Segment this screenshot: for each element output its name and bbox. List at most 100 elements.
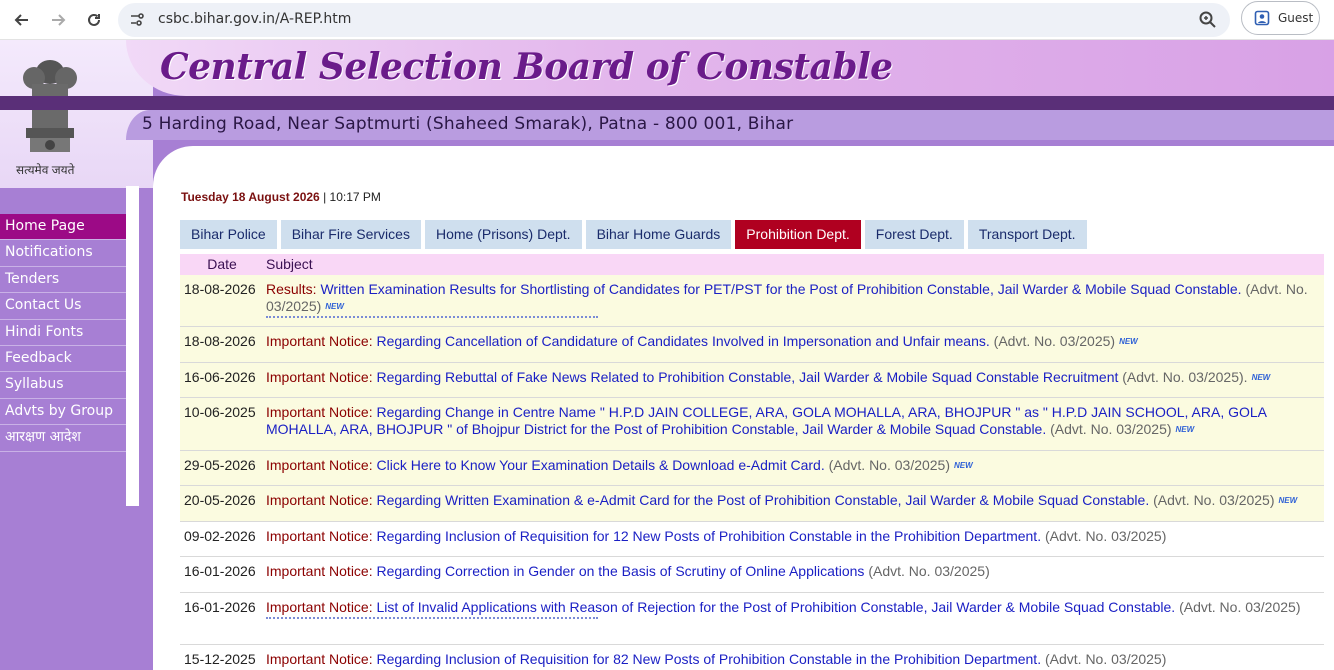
row-date: 18-08-2026 <box>184 333 256 349</box>
notice-prefix: Important Notice: <box>266 528 373 544</box>
new-badge-icon: NEW <box>1119 337 1138 346</box>
new-badge-icon: NEW <box>1251 373 1271 382</box>
sidebar-item-contact[interactable]: Contact Us <box>0 293 126 320</box>
sidebar-item-syllabus[interactable]: Syllabus <box>0 372 126 399</box>
row-subject: Important Notice: Click Here to Know You… <box>264 451 1324 485</box>
tab-transport-dept[interactable]: Transport Dept. <box>967 220 1087 249</box>
site-page: सत्यमेव जयते Central Selection Board of … <box>0 40 1334 670</box>
sidebar-item-home[interactable]: Home Page <box>0 214 126 241</box>
site-settings-icon[interactable] <box>128 11 146 29</box>
sidebar-item-tenders[interactable]: Tenders <box>0 267 126 294</box>
sidebar-item-reservation-order[interactable]: आरक्षण आदेश <box>0 425 126 452</box>
browser-toolbar: csbc.bihar.gov.in/A-REP.htm Guest <box>0 0 1334 40</box>
tab-home-prisons[interactable]: Home (Prisons) Dept. <box>424 220 582 249</box>
row-date: 15-12-2025 <box>184 651 256 667</box>
advt-number: (Advt. No. 03/2025). <box>1122 369 1248 385</box>
table-row: 15-12-2025 Important Notice: Regarding In… <box>180 645 1324 670</box>
sidebar-item-hindi-fonts[interactable]: Hindi Fonts <box>0 320 126 346</box>
table-row: 29-05-2026 Important Notice: Click Here t… <box>180 451 1324 486</box>
row-subject: Important Notice: Regarding Inclusion of… <box>264 522 1324 556</box>
back-icon[interactable] <box>8 6 36 34</box>
notice-link[interactable]: Regarding Correction in Gender on the Ba… <box>377 563 865 579</box>
row-subject: Important Notice: List of Invalid Applic… <box>264 593 1324 644</box>
column-header-subject: Subject <box>266 256 313 272</box>
notice-link[interactable]: List of Invalid Applications with Reason… <box>377 599 1176 615</box>
tab-forest-dept[interactable]: Forest Dept. <box>864 220 964 249</box>
datetime: Tuesday 18 August 2026 | 10:17 PM <box>181 190 381 204</box>
row-subject: Important Notice: Regarding Change in Ce… <box>264 398 1324 450</box>
notice-link[interactable]: Regarding Cancellation of Candidature of… <box>377 333 990 349</box>
row-date: 16-06-2026 <box>184 369 256 385</box>
notice-link[interactable]: Regarding Inclusion of Requisition for 8… <box>377 651 1042 667</box>
notices-table: Date Subject 18-08-2026 Results: Written … <box>180 254 1324 670</box>
tab-bihar-home-guards[interactable]: Bihar Home Guards <box>585 220 732 249</box>
emblem-motto: सत्यमेव जयते <box>16 163 75 177</box>
table-row: 18-08-2026 Results: Written Examination R… <box>180 275 1324 327</box>
row-date: 18-08-2026 <box>184 281 256 297</box>
current-time: 10:17 PM <box>329 190 381 204</box>
advt-number: (Advt. No. 03/2025) <box>1044 528 1167 544</box>
sidebar-item-advts-by-group[interactable]: Advts by Group <box>0 399 126 426</box>
notice-prefix: Important Notice: <box>266 333 373 349</box>
table-row: 16-06-2026 Important Notice: Regarding Re… <box>180 363 1324 398</box>
reload-icon[interactable] <box>80 6 108 34</box>
notice-prefix: Important Notice: <box>266 599 373 615</box>
profile-label: Guest <box>1278 11 1314 25</box>
notice-prefix: Important Notice: <box>266 369 373 385</box>
table-row: 10-06-2025 Important Notice: Regarding Ch… <box>180 398 1324 451</box>
advt-number: (Advt. No. 03/2025) <box>1050 421 1172 437</box>
advt-number: (Advt. No. 03/2025) <box>993 333 1116 349</box>
profile-button[interactable]: Guest <box>1241 1 1320 35</box>
notice-link[interactable]: Written Examination Results for Shortlis… <box>320 281 1241 297</box>
notice-prefix: Important Notice: <box>266 492 373 508</box>
row-subject: Important Notice: Regarding Correction i… <box>264 557 1324 592</box>
address-bar[interactable]: csbc.bihar.gov.in/A-REP.htm <box>118 3 1230 37</box>
sidebar-menu: Home Page Notifications Tenders Contact … <box>0 214 126 452</box>
dotted-divider <box>266 316 598 318</box>
tab-bihar-fire-services[interactable]: Bihar Fire Services <box>280 220 421 249</box>
profile-icon <box>1254 10 1270 26</box>
tab-bihar-police[interactable]: Bihar Police <box>180 220 277 249</box>
advt-number: (Advt. No. 03/2025) <box>1179 599 1301 615</box>
row-date: 16-01-2026 <box>184 599 256 615</box>
notice-prefix: Important Notice: <box>266 404 373 420</box>
tab-prohibition-dept[interactable]: Prohibition Dept. <box>735 220 861 249</box>
site-title: Central Selection Board of Constable <box>160 46 893 88</box>
table-header: Date Subject <box>180 254 1324 275</box>
advt-number: (Advt. No. 03/2025) <box>1153 492 1275 508</box>
forward-icon[interactable] <box>44 6 72 34</box>
advt-number: (Advt. No. 03/2025) <box>868 563 990 579</box>
advt-number: (Advt. No. 03/2025) <box>1044 651 1167 667</box>
notice-link[interactable]: Regarding Rebuttal of Fake News Related … <box>377 369 1119 385</box>
notice-prefix: Important Notice: <box>266 563 373 579</box>
table-row: 09-02-2026 Important Notice: Regarding In… <box>180 522 1324 557</box>
notice-link[interactable]: Regarding Inclusion of Requisition for 1… <box>377 528 1042 544</box>
table-row: 18-08-2026 Important Notice: Regarding Ca… <box>180 327 1324 363</box>
row-subject: Important Notice: Regarding Inclusion of… <box>264 645 1324 670</box>
zoom-icon[interactable] <box>1198 10 1218 30</box>
notice-link[interactable]: Click Here to Know Your Examination Deta… <box>377 457 825 473</box>
url-text[interactable]: csbc.bihar.gov.in/A-REP.htm <box>158 11 351 27</box>
new-badge-icon: NEW <box>1175 425 1195 434</box>
row-date: 09-02-2026 <box>184 528 256 544</box>
notice-link[interactable]: Regarding Written Examination & e-Admit … <box>377 492 1150 508</box>
datetime-separator: | <box>323 190 327 204</box>
row-subject: Results: Written Examination Results for… <box>264 275 1324 326</box>
row-date: 16-01-2026 <box>184 563 256 579</box>
new-badge-icon: NEW <box>954 461 973 470</box>
content-panel: Tuesday 18 August 2026 | 10:17 PM Bihar … <box>153 146 1334 670</box>
notice-prefix: Important Notice: <box>266 457 373 473</box>
new-badge-icon: NEW <box>325 302 344 311</box>
row-date: 29-05-2026 <box>184 457 256 473</box>
site-address: 5 Harding Road, Near Saptmurti (Shaheed … <box>142 114 794 134</box>
row-subject: Important Notice: Regarding Rebuttal of … <box>264 363 1324 397</box>
row-subject: Important Notice: Regarding Written Exam… <box>264 486 1324 521</box>
sidebar-item-notifications[interactable]: Notifications <box>0 240 126 267</box>
row-date: 10-06-2025 <box>184 404 256 420</box>
sidebar-item-feedback[interactable]: Feedback <box>0 346 126 373</box>
notice-prefix: Results: <box>266 281 317 297</box>
new-badge-icon: NEW <box>1278 496 1298 505</box>
current-date: Tuesday 18 August 2026 <box>181 190 320 204</box>
column-header-date: Date <box>207 256 237 272</box>
table-row: 16-01-2026 Important Notice: List of Inva… <box>180 593 1324 645</box>
